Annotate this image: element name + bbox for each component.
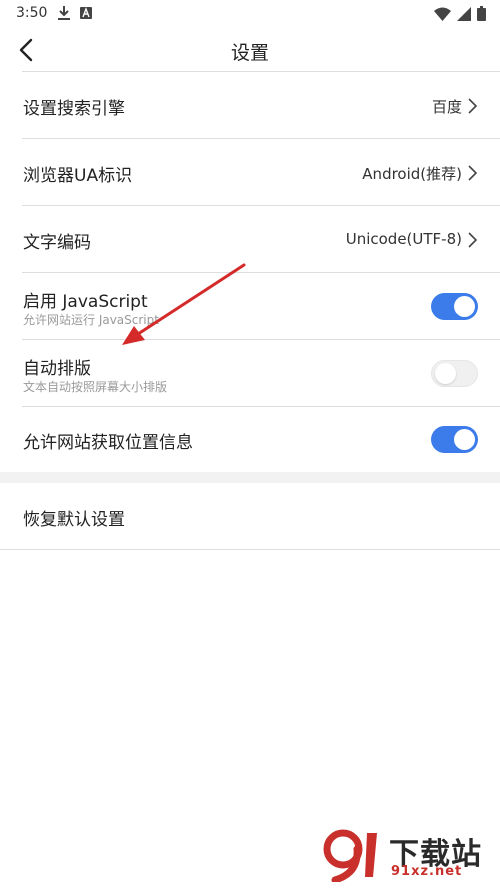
chevron-right-icon [468, 232, 478, 248]
setting-value: Unicode(UTF-8) [345, 230, 462, 248]
setting-title: 允许网站获取位置信息 [23, 433, 193, 453]
watermark-url: 91xz.net [391, 864, 463, 879]
setting-auto-layout: 自动排版 文本自动按照屏幕大小排版 [0, 340, 500, 407]
signal-icon [457, 6, 471, 21]
setting-title: 自动排版 [23, 359, 91, 379]
setting-subtitle: 允许网站运行 JavaScript [23, 313, 159, 327]
setting-subtitle: 文本自动按照屏幕大小排版 [23, 380, 168, 394]
wifi-icon [434, 7, 451, 21]
status-time: 3:50 [16, 5, 48, 21]
section-gap [0, 472, 500, 483]
a-box-icon [80, 7, 92, 19]
reset-defaults-label: 恢复默认设置 [23, 510, 125, 530]
page-title: 设置 [230, 42, 269, 64]
reset-defaults-item[interactable]: 恢复默认设置 [0, 483, 500, 550]
javascript-toggle[interactable] [431, 293, 478, 320]
setting-search-engine[interactable]: 设置搜索引擎 百度 [0, 72, 500, 139]
chevron-right-icon [468, 98, 478, 114]
watermark-emblem [323, 829, 377, 882]
auto-layout-toggle[interactable] [431, 360, 478, 387]
setting-javascript: 启用 JavaScript 允许网站运行 JavaScript [0, 273, 500, 340]
status-bar: 3:50 [0, 0, 500, 28]
watermark-logo: 下载站 91xz.net [317, 827, 492, 882]
app-header: 设置 [0, 28, 500, 72]
battery-icon [477, 6, 486, 21]
setting-value: Android(推荐) [362, 165, 462, 183]
chevron-right-icon [468, 165, 478, 181]
setting-value: 百度 [431, 98, 462, 116]
toggle-knob [435, 363, 456, 384]
setting-encoding[interactable]: 文字编码 Unicode(UTF-8) [0, 206, 500, 273]
row-divider [0, 549, 500, 550]
setting-ua[interactable]: 浏览器UA标识 Android(推荐) [0, 139, 500, 206]
download-icon [58, 6, 70, 20]
setting-title: 设置搜索引擎 [23, 99, 125, 119]
setting-title: 浏览器UA标识 [23, 166, 133, 186]
location-toggle[interactable] [431, 426, 478, 453]
setting-title: 文字编码 [23, 233, 91, 253]
toggle-knob [454, 429, 475, 450]
setting-title: 启用 JavaScript [23, 292, 148, 312]
toggle-knob [454, 296, 475, 317]
setting-location: 允许网站获取位置信息 [0, 406, 500, 473]
